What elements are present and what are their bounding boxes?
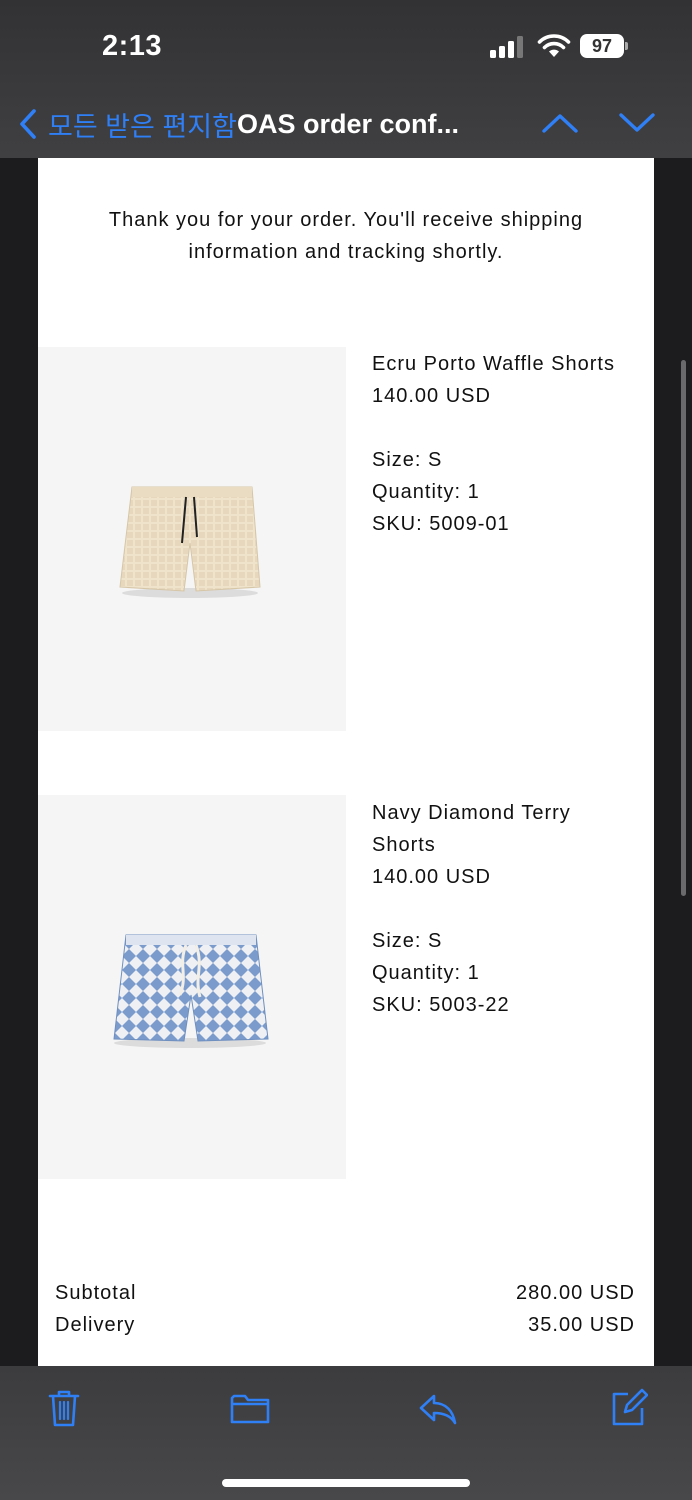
- battery-level: 97: [580, 34, 624, 58]
- product-size: Size: S: [372, 930, 443, 952]
- product-details-1: Ecru Porto Waffle Shorts 140.00 USD Size…: [372, 348, 652, 540]
- cellular-signal-icon: [490, 36, 523, 58]
- email-subject-title: OAS order conf...: [237, 108, 460, 139]
- subtotal-label: Subtotal: [55, 1282, 137, 1304]
- subtotal-value: 280.00 USD: [516, 1282, 635, 1304]
- product-sku: SKU: 5003-22: [372, 994, 510, 1016]
- product-name[interactable]: Navy Diamond Terry: [372, 797, 652, 829]
- reply-icon[interactable]: [418, 1388, 458, 1428]
- home-indicator[interactable]: [222, 1479, 470, 1487]
- back-button[interactable]: 모든 받은 편지함: [18, 104, 237, 144]
- product-image-navy-shorts[interactable]: [38, 795, 346, 1179]
- product-price: 140.00 USD: [372, 866, 491, 888]
- subtotal-row: Subtotal 280.00 USD: [55, 1277, 635, 1309]
- compose-icon[interactable]: [608, 1388, 648, 1428]
- wifi-icon: [537, 34, 571, 57]
- top-bar: 2:13 97 모든 받은 편지함 OAS order conf...: [0, 0, 692, 158]
- product-size: Size: S: [372, 449, 443, 471]
- email-body: Thank you for your order. You'll receive…: [38, 158, 654, 1366]
- navy-shorts-image: [113, 934, 269, 1048]
- product-name-continued[interactable]: Shorts: [372, 829, 652, 861]
- status-time: 2:13: [102, 30, 163, 62]
- scrollbar[interactable]: [681, 360, 686, 896]
- product-quantity: Quantity: 1: [372, 481, 480, 503]
- product-details-2: Navy Diamond Terry Shorts 140.00 USD Siz…: [372, 797, 652, 1021]
- thank-you-message: Thank you for your order. You'll receive…: [38, 204, 654, 268]
- delivery-row: Delivery 35.00 USD: [55, 1309, 635, 1341]
- delivery-value: 35.00 USD: [528, 1314, 635, 1336]
- delivery-label: Delivery: [55, 1314, 136, 1336]
- product-sku: SKU: 5009-01: [372, 513, 510, 535]
- battery-icon: 97: [580, 34, 628, 58]
- ecru-shorts-image: [119, 486, 261, 598]
- thank-you-line-2: information and tracking shortly.: [188, 241, 504, 263]
- chevron-left-icon: [20, 109, 36, 139]
- product-price: 140.00 USD: [372, 385, 491, 407]
- next-message-button[interactable]: [618, 108, 656, 138]
- folder-icon[interactable]: [230, 1388, 270, 1428]
- thank-you-line-1: Thank you for your order. You'll receive…: [108, 209, 584, 231]
- back-label: 모든 받은 편지함: [48, 111, 237, 142]
- product-name[interactable]: Ecru Porto Waffle Shorts: [372, 348, 652, 380]
- trash-icon[interactable]: [44, 1388, 84, 1428]
- product-quantity: Quantity: 1: [372, 962, 480, 984]
- product-image-ecru-shorts[interactable]: [38, 347, 346, 731]
- previous-message-button[interactable]: [541, 108, 579, 138]
